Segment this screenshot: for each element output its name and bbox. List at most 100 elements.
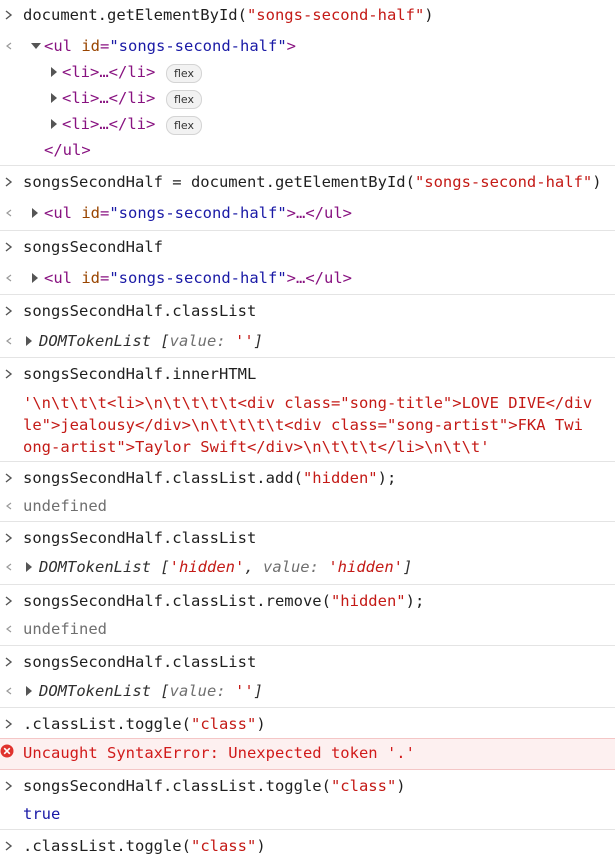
- result-chevron-icon: [6, 337, 12, 345]
- console-input-line: songsSecondHalf = document.getElementByI…: [0, 172, 615, 194]
- value-key: value:: [169, 332, 226, 350]
- ul-close-tag: </ul>: [44, 141, 91, 159]
- divider: [0, 230, 615, 231]
- result-chevron-icon: [6, 209, 12, 217]
- console-input-line: songsSecondHalf.classList.remove("hidden…: [0, 591, 615, 613]
- prompt-chevron-icon: [5, 657, 13, 667]
- result-chevron-icon: [6, 502, 12, 510]
- divider: [0, 645, 615, 646]
- divider: [0, 584, 615, 585]
- console-input-line: .classList.toggle("class"): [0, 714, 615, 736]
- console-input-line: songsSecondHalf: [0, 237, 615, 259]
- inner-html-string-line: le">jealousy</div>\n\t\t\t\t<div class="…: [23, 416, 583, 434]
- divider: [0, 294, 615, 295]
- console-input-line: document.getElementById("songs-second-ha…: [0, 5, 615, 27]
- inner-html-string-line: '\n\t\t\t<li>\n\t\t\t\t<div class="song-…: [23, 394, 593, 412]
- console-result-line: <ul id="songs-second-half">: [0, 36, 615, 58]
- li-node-row[interactable]: <li>…</li> flex: [0, 88, 615, 110]
- console-result-line: <ul id="songs-second-half">…</ul>: [0, 268, 615, 290]
- li-node-row[interactable]: <li>…</li> flex: [0, 114, 615, 136]
- inner-html-result-line: ong-artist">Taylor Swift</div>\n\t\t\t</…: [0, 437, 615, 459]
- ul-collapsed-node[interactable]: <ul id="songs-second-half">…</ul>: [44, 268, 352, 288]
- flex-badge-wrap: flex: [160, 115, 203, 135]
- console-input-text[interactable]: document.getElementById("songs-second-ha…: [23, 5, 434, 25]
- inner-html-result-line: le">jealousy</div>\n\t\t\t\t<div class="…: [0, 415, 615, 437]
- console-error-line: Uncaught SyntaxError: Unexpected token '…: [0, 743, 615, 765]
- flex-badge[interactable]: flex: [166, 90, 203, 109]
- value-string: '': [235, 332, 254, 350]
- console-input-text[interactable]: .classList.toggle("class"): [23, 714, 266, 734]
- collapsed-triangle-icon[interactable]: [29, 270, 41, 286]
- divider: [0, 461, 615, 462]
- collapsed-triangle-icon[interactable]: [23, 683, 35, 699]
- console-input-line: songsSecondHalf.classList: [0, 528, 615, 550]
- console-input-line: songsSecondHalf.classList: [0, 652, 615, 674]
- collapsed-triangle-icon[interactable]: [48, 116, 60, 132]
- result-chevron-icon: [6, 625, 12, 633]
- inner-html-result-line: '\n\t\t\t<li>\n\t\t\t\t<div class="song-…: [0, 393, 615, 415]
- console-prompt-line[interactable]: .classList.toggle("class"): [0, 836, 615, 858]
- console-input-text[interactable]: songsSecondHalf: [23, 237, 163, 257]
- console-input-text[interactable]: songsSecondHalf.classList: [23, 528, 256, 548]
- collapsed-triangle-icon[interactable]: [29, 205, 41, 221]
- value-key: value:: [169, 682, 226, 700]
- console-input-text[interactable]: songsSecondHalf.classList.add("hidden");: [23, 468, 396, 488]
- prompt-chevron-icon: [5, 596, 13, 606]
- flex-badge[interactable]: flex: [166, 64, 203, 83]
- console-input-text[interactable]: songsSecondHalf.innerHTML: [23, 364, 256, 384]
- value-key: value:: [262, 558, 319, 576]
- ul-collapsed-node[interactable]: <ul id="songs-second-half">…</ul>: [44, 203, 352, 223]
- console-input-text[interactable]: songsSecondHalf.classList.remove("hidden…: [23, 591, 424, 611]
- domtokenlist-label: DOMTokenList: [39, 682, 151, 700]
- collapsed-triangle-icon[interactable]: [23, 333, 35, 349]
- prompt-chevron-icon: [5, 177, 13, 187]
- collapsed-triangle-icon[interactable]: [48, 64, 60, 80]
- console-input-text[interactable]: songsSecondHalf.classList.toggle("class"…: [23, 776, 406, 796]
- li-node[interactable]: <li>…</li>: [62, 88, 155, 108]
- result-chevron-icon: [6, 563, 12, 571]
- console-input-line: songsSecondHalf.classList.add("hidden");: [0, 468, 615, 490]
- console-input-text[interactable]: songsSecondHalf.classList: [23, 652, 256, 672]
- console-result-line: undefined: [0, 496, 615, 518]
- domtokenlist-object[interactable]: DOMTokenList ['hidden', value: 'hidden']: [39, 557, 412, 577]
- console-result-line: <ul id="songs-second-half">…</ul>: [0, 203, 615, 225]
- console-result-line: DOMTokenList [value: '']: [0, 681, 615, 703]
- ul-close-row: </ul>: [0, 140, 615, 162]
- result-chevron-icon: [6, 687, 12, 695]
- prompt-chevron-icon: [5, 841, 13, 851]
- console-input-line: songsSecondHalf.classList: [0, 301, 615, 323]
- undefined-result: undefined: [23, 497, 107, 515]
- console-input-text[interactable]: songsSecondHalf.classList: [23, 301, 256, 321]
- flex-badge-wrap: flex: [160, 63, 203, 83]
- divider: [0, 165, 615, 166]
- collapsed-triangle-icon[interactable]: [48, 90, 60, 106]
- li-node-row[interactable]: <li>…</li> flex: [0, 62, 615, 84]
- error-icon: [0, 744, 14, 758]
- li-node[interactable]: <li>…</li>: [62, 114, 155, 134]
- console-prompt-input[interactable]: .classList.toggle("class"): [23, 836, 266, 856]
- result-chevron-icon: [6, 274, 12, 282]
- expanded-triangle-icon[interactable]: [30, 38, 42, 54]
- ul-open-tag[interactable]: <ul id="songs-second-half">: [44, 36, 296, 56]
- inner-html-string-line: ong-artist">Taylor Swift</div>\n\t\t\t</…: [23, 438, 490, 456]
- console-input-line: songsSecondHalf.classList.toggle("class"…: [0, 776, 615, 798]
- prompt-chevron-icon: [5, 473, 13, 483]
- prompt-chevron-icon: [5, 306, 13, 316]
- domtokenlist-object[interactable]: DOMTokenList [value: '']: [39, 681, 263, 701]
- console-input-text[interactable]: songsSecondHalf = document.getElementByI…: [23, 172, 602, 192]
- console-result-line: DOMTokenList ['hidden', value: 'hidden']: [0, 557, 615, 579]
- domtokenlist-object[interactable]: DOMTokenList [value: '']: [39, 331, 263, 351]
- flex-badge[interactable]: flex: [166, 116, 203, 135]
- error-message-text: Uncaught SyntaxError: Unexpected token '…: [23, 744, 415, 762]
- divider: [0, 357, 615, 358]
- collapsed-triangle-icon[interactable]: [23, 559, 35, 575]
- console-result-line: DOMTokenList [value: '']: [0, 331, 615, 353]
- li-node[interactable]: <li>…</li>: [62, 62, 155, 82]
- divider: [0, 521, 615, 522]
- prompt-chevron-icon: [5, 10, 13, 20]
- console-input-line: songsSecondHalf.innerHTML: [0, 364, 615, 386]
- console-result-line: true: [0, 804, 615, 826]
- value-string: '': [235, 682, 254, 700]
- devtools-console: document.getElementById("songs-second-ha…: [0, 0, 615, 861]
- true-result: true: [23, 805, 61, 823]
